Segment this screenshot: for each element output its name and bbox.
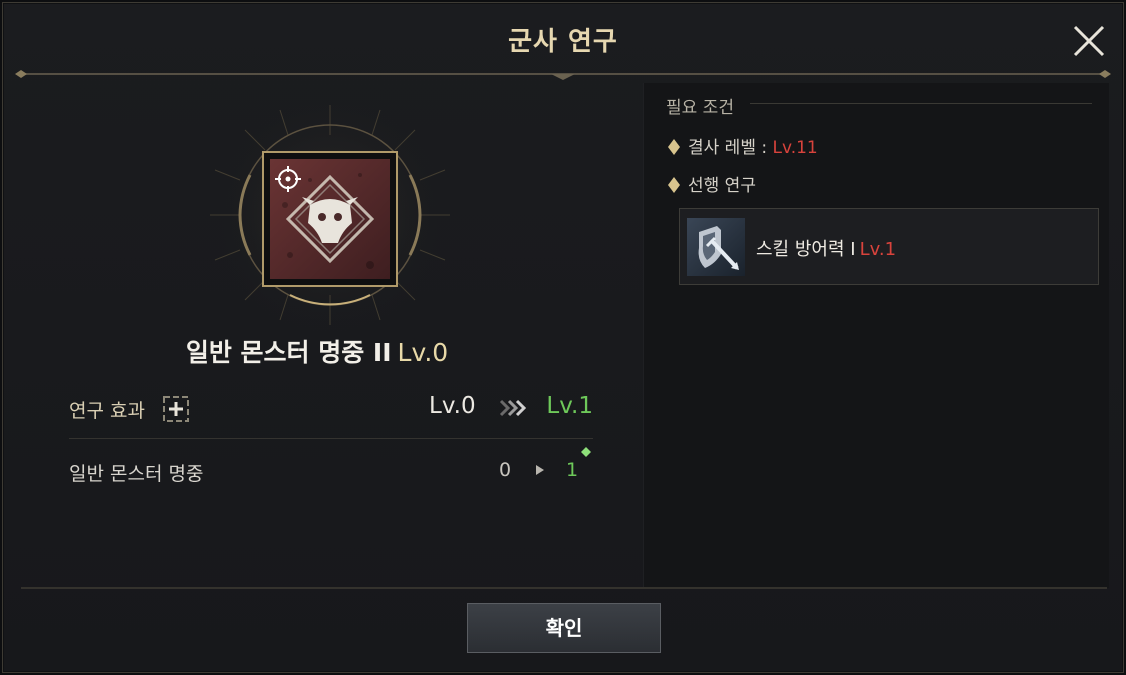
shield-sword-icon [687, 218, 745, 276]
diamond-bullet-icon [668, 139, 680, 155]
title-bar: 군사 연구 [3, 3, 1123, 80]
requirements-panel: 필요 조건 결사 레벨 : Lv.11 선행 연구 스킬 방어력 I Lv.1 [643, 83, 1109, 588]
effect-divider [69, 438, 593, 439]
research-detail-panel: 일반 몬스터 명중 II Lv.0 연구 효과 Lv.0 Lv.1 일반 몬스터 … [17, 83, 643, 588]
military-research-dialog: 군사 연구 일반 몬스터 명중 II Lv.0 연구 효과 Lv.0 Lv.1 … [2, 2, 1124, 673]
stat-label: 일반 몬스터 명중 [69, 463, 204, 485]
skill-emblem [210, 97, 450, 345]
increase-marker-icon [581, 447, 591, 457]
double-chevron-right-icon [499, 399, 527, 417]
guild-level-value: Lv.11 [772, 138, 818, 158]
plus-icon [163, 396, 189, 422]
dialog-title: 군사 연구 [508, 27, 618, 57]
monster-skull-emblem-icon [210, 97, 450, 333]
skill-name: 일반 몬스터 명중 II [185, 338, 392, 367]
research-effect-row: 연구 효과 Lv.0 Lv.1 [69, 389, 593, 425]
close-button[interactable] [1071, 23, 1107, 59]
guild-level-label: 결사 레벨 : [688, 138, 773, 158]
prereq-skill-name: 스킬 방어력 I [756, 239, 856, 260]
close-icon [1073, 25, 1105, 57]
research-effect-label: 연구 효과 [69, 400, 145, 422]
stat-next-value: 1 [566, 459, 579, 481]
requirements-header: 필요 조건 [666, 98, 734, 118]
skill-level: Lv.0 [397, 338, 449, 367]
diamond-bullet-icon [668, 177, 680, 193]
title-divider [15, 70, 1111, 80]
skill-title: 일반 몬스터 명중 II Lv.0 [17, 333, 617, 369]
stat-current-value: 0 [499, 459, 512, 481]
footer-divider [21, 587, 1107, 589]
prerequisite-research-card[interactable]: 스킬 방어력 I Lv.1 [679, 208, 1099, 285]
prereq-skill-level: Lv.1 [859, 239, 897, 260]
effect-detail-button[interactable] [162, 395, 190, 423]
confirm-button[interactable]: 확인 [467, 603, 661, 653]
guild-level-requirement: 결사 레벨 : Lv.11 [668, 133, 818, 158]
prereq-skill: 스킬 방어력 I Lv.1 [756, 235, 896, 261]
effect-next-level: Lv.1 [546, 393, 593, 419]
stat-change-row: 일반 몬스터 명중 0 1 [69, 447, 593, 485]
prereq-label: 선행 연구 [688, 176, 756, 196]
triangle-right-icon [536, 465, 544, 475]
requirements-divider [750, 103, 1092, 104]
effect-current-level: Lv.0 [429, 393, 476, 419]
prerequisite-research-requirement: 선행 연구 [668, 171, 756, 196]
